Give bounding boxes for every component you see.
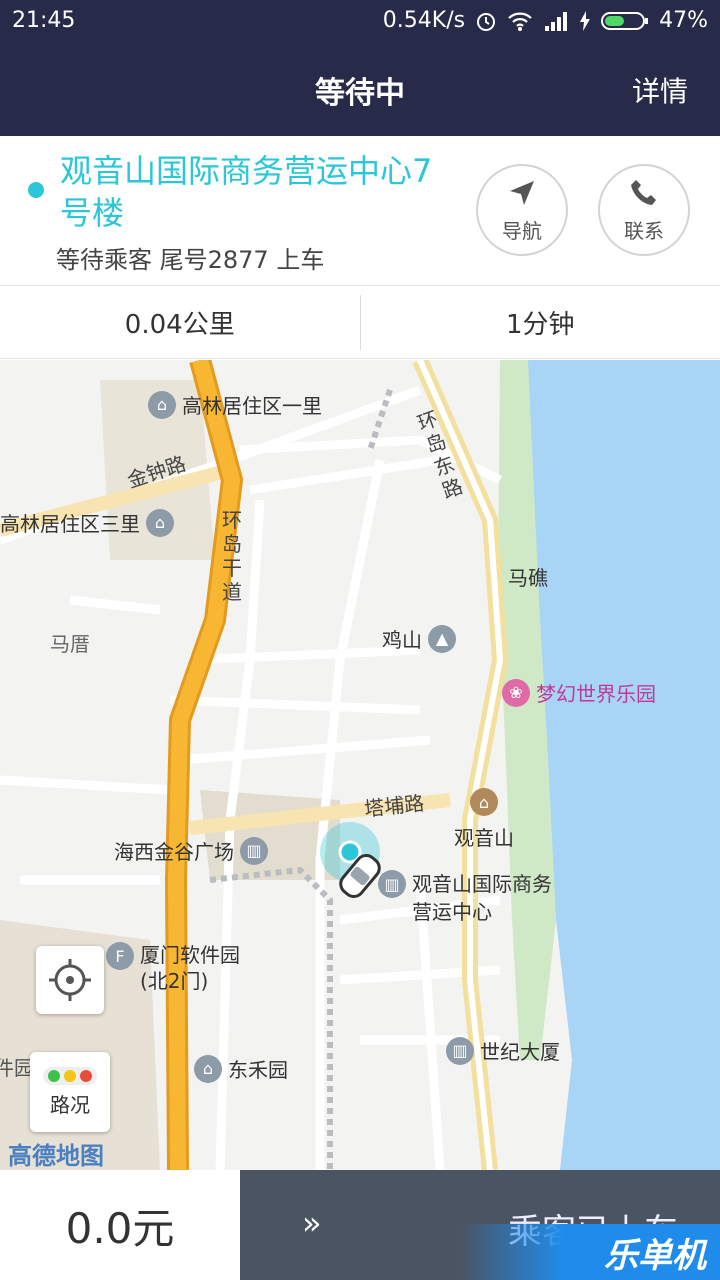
fare-amount: 0.0元 [0,1170,240,1280]
map-label-gaolin1: ⌂ 高林居住区一里 [148,390,322,419]
map-label-dreamworld: ❀ 梦幻世界乐园 [502,678,656,707]
map-label-shiji: ▥ 世纪大厦 [446,1036,560,1065]
map-label-text: 高林居住区三里 [0,512,140,536]
traffic-button[interactable]: 路况 [30,1052,110,1132]
map-label-haixi: 海西金谷广场 ▥ [114,836,268,865]
map-label-text: 高林居住区一里 [182,394,322,418]
map-label-text: 梦幻世界乐园 [536,682,656,706]
destination-address: 观音山国际商务营运中心7号楼 [60,152,433,232]
map-label-partial: 件园 [0,1056,34,1080]
destination-dot-icon [28,182,44,198]
map-view[interactable]: ⌂ 高林居住区一里 高林居住区三里 ⌂ 金钟路 环岛干道 环岛东路 马礁 鸡山 ▲ 马… [0,360,720,1170]
traffic-label: 路况 [50,1092,90,1117]
bottom-bar: 0.0元 » 乘客已上车 乐单机 [0,1170,720,1280]
map-label-jishan: 鸡山 ▲ [382,624,456,653]
temple-icon: ⌂ [470,788,498,816]
map-label-text: 东禾园 [228,1058,288,1082]
map-label-text: 观音山国际商务营运中心 [412,872,552,924]
contact-button[interactable]: 联系 [598,164,690,256]
amap-logo: 高德地图 [8,1142,104,1170]
trip-stats: 0.04公里 1分钟 [0,287,720,359]
building-icon: ▥ [446,1036,474,1065]
map-label-maqiao: 马礁 [508,566,548,590]
title-bar: 等待中 详情 [0,42,720,136]
map-label-donghe: ⌂ 东禾园 [194,1054,288,1083]
gate-icon: F [106,942,134,970]
destination-card: 观音山国际商务营运中心7号楼 等待乘客 尾号2877 上车 导航 联系 [0,136,720,286]
map-base [0,360,720,1170]
map-label-text: 世纪大厦 [480,1040,560,1064]
status-bar: 21:45 0.54K/s 47% [0,0,720,42]
charging-icon [579,10,591,32]
traffic-light-icon [43,1066,97,1085]
network-speed: 0.54K/s [382,8,466,33]
time-value: 1分钟 [505,310,575,340]
battery-percent: 47% [659,8,708,33]
navigate-label: 导航 [502,218,542,243]
home-icon: ⌂ [194,1054,222,1083]
building-icon: ▥ [240,836,268,865]
map-label-gaolin3: 高林居住区三里 ⌂ [0,508,174,537]
status-time: 21:45 [12,8,76,33]
battery-icon [601,10,649,32]
locate-button[interactable] [36,946,104,1014]
wifi-icon [507,10,533,32]
map-label-text: 鸡山 [382,628,422,652]
passenger-status: 等待乘客 尾号2877 上车 [56,246,325,274]
navigation-arrow-icon [510,180,534,205]
page-title: 等待中 [315,76,405,111]
building-icon: ▥ [378,870,406,898]
crosshair-icon [49,959,91,1001]
map-label-software-park: F 厦门软件园 (北2门) [106,942,260,994]
distance-value: 0.04公里 [124,310,235,340]
signal-icon [543,10,569,32]
mountain-icon: ▲ [428,624,456,653]
home-icon: ⌂ [148,390,176,419]
map-label-text: 观音山 [454,826,514,850]
passenger-boarded-slider[interactable]: » 乘客已上车 乐单机 [240,1170,720,1280]
phone-icon [631,179,656,205]
watermark-logo: 乐单机 [460,1224,720,1280]
alarm-icon [475,10,497,32]
home-icon: ⌂ [146,508,174,537]
detail-button[interactable]: 详情 [632,70,688,110]
amusement-icon: ❀ [502,678,530,707]
contact-label: 联系 [624,218,664,243]
navigate-button[interactable]: 导航 [476,164,568,256]
map-label-text: 海西金谷广场 [114,840,234,864]
slide-arrows-icon: » [302,1204,322,1242]
road-label-huandao-trunk: 环岛干道 [222,508,242,604]
map-label-text: 厦门软件园 (北2门) [140,943,240,993]
map-label-madang: 马厝 [50,632,90,656]
map-label-guanyinshan: ⌂ 观音山 [454,788,514,851]
map-label-gys-center: ▥ 观音山国际商务营运中心 [378,870,562,926]
